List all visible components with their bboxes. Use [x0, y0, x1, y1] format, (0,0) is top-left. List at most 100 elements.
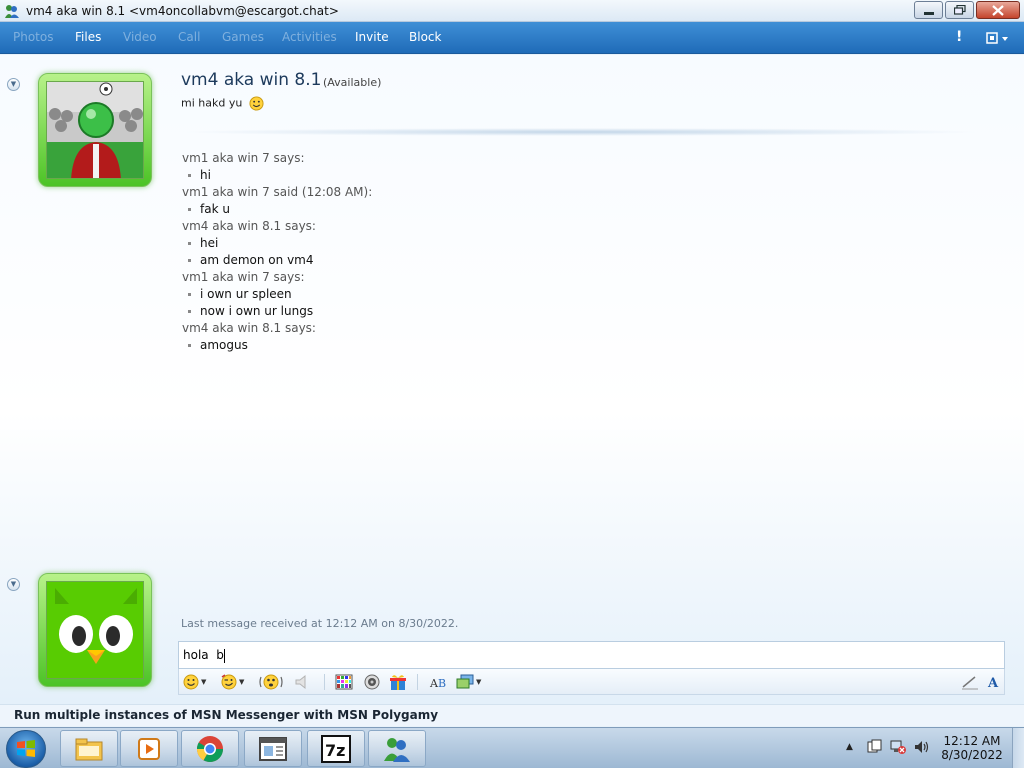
window-app-icon [259, 736, 287, 761]
message-line: now i own ur lungs [182, 303, 962, 320]
file-explorer-icon [75, 738, 103, 760]
collapse-contact-avatar-button[interactable]: ▼ [7, 78, 20, 91]
ad-text[interactable]: Run multiple instances of MSN Messenger … [14, 708, 438, 722]
share-button[interactable]: ▼ [456, 672, 481, 692]
close-button[interactable] [976, 1, 1020, 19]
minimize-icon [923, 11, 934, 15]
share-photo-icon [456, 674, 474, 689]
volume-icon[interactable] [914, 739, 930, 755]
menu-options-icon[interactable] [986, 31, 1012, 45]
font-a-icon: A [987, 676, 999, 690]
voice-clip-icon [295, 674, 306, 690]
message-group: vm1 aka win 7 said (12:08 AM): fak u [182, 184, 962, 218]
message-line: i own ur spleen [182, 286, 962, 303]
menu-games[interactable]: Games [222, 30, 264, 44]
menu-photos[interactable]: Photos [13, 30, 53, 44]
menu-block[interactable]: Block [409, 30, 441, 44]
toolbar-separator [417, 674, 418, 690]
message-input[interactable]: hola b [178, 641, 1005, 669]
action-center-icon[interactable] [866, 739, 882, 755]
message-history: vm1 aka win 7 says: hi vm1 aka win 7 sai… [182, 150, 962, 354]
gift-icon [390, 675, 406, 690]
taskbar-clock[interactable]: 12:12 AM 8/30/2022 [938, 734, 1006, 762]
show-desktop-button[interactable] [1012, 728, 1024, 768]
msn-app-icon[interactable] [4, 3, 20, 19]
sound-button[interactable] [363, 672, 381, 692]
menu-call[interactable]: Call [178, 30, 200, 44]
ad-banner[interactable]: Run multiple instances of MSN Messenger … [0, 704, 1024, 726]
input-toolbar: ▼ ▼ A B ▼ A [178, 669, 1005, 695]
message-group: vm4 aka win 8.1 says: amogus [182, 320, 962, 354]
menu-video[interactable]: Video [123, 30, 157, 44]
window-title: vm4 aka win 8.1 <vm4oncollabvm@escargot.… [26, 4, 339, 18]
clock-date: 8/30/2022 [941, 748, 1003, 762]
message-group: vm4 aka win 8.1 says: hei am demon on vm… [182, 218, 962, 269]
message-group: vm1 aka win 7 says: i own ur spleen now … [182, 269, 962, 320]
smiley-icon [249, 96, 264, 111]
msn-messenger-icon [384, 737, 410, 762]
chevron-down-icon: ▼ [476, 678, 482, 686]
text-font-button[interactable]: A [987, 672, 1001, 692]
message-sender: vm1 aka win 7 says: [182, 151, 305, 165]
nudge-icon [259, 674, 283, 690]
network-error-icon[interactable] [890, 739, 906, 755]
collapse-self-avatar-button[interactable]: ▼ [7, 578, 20, 591]
handwriting-button[interactable] [961, 672, 979, 692]
background-grid-icon [335, 674, 353, 690]
svg-text:7z: 7z [325, 741, 345, 760]
text-caret [223, 648, 225, 663]
taskbar-chrome[interactable] [181, 730, 239, 767]
exclamation-icon[interactable]: ! [956, 29, 962, 45]
wink-icon [221, 674, 237, 690]
chrome-icon [196, 735, 224, 762]
windows-logo-icon [17, 740, 35, 757]
message-sender: vm1 aka win 7 said (12:08 AM): [182, 185, 373, 199]
contact-name: vm4 aka win 8.1 [181, 70, 322, 90]
restore-button[interactable] [945, 1, 974, 19]
message-sender: vm4 aka win 8.1 says: [182, 219, 316, 233]
svg-text:B: B [438, 677, 446, 690]
message-line: amogus [182, 337, 962, 354]
message-line: hei [182, 235, 962, 252]
contact-status: (Available) [323, 76, 382, 89]
soccer-player-avatar [47, 82, 143, 178]
svg-text:A: A [987, 676, 999, 690]
menu-files[interactable]: Files [75, 30, 101, 44]
windows-taskbar: 7z ▲ 12:12 AM 8/30/2022 [0, 727, 1024, 768]
font-button[interactable]: A B [429, 672, 449, 692]
message-line: hi [182, 167, 962, 184]
menu-invite[interactable]: Invite [355, 30, 389, 44]
title-bar[interactable]: vm4 aka win 8.1 <vm4oncollabvm@escargot.… [0, 0, 1024, 22]
wink-button[interactable]: ▼ [221, 672, 244, 692]
font-style-icon: A B [429, 677, 446, 690]
message-line: am demon on vm4 [182, 252, 962, 269]
message-input-text: hola b [183, 648, 224, 662]
speaker-icon [364, 674, 380, 690]
toolbar-separator [324, 674, 325, 690]
clock-time: 12:12 AM [943, 734, 1001, 748]
backgrounds-button[interactable] [335, 672, 353, 692]
start-button[interactable] [6, 730, 46, 768]
taskbar-explorer[interactable] [60, 730, 118, 767]
media-player-icon [138, 737, 160, 760]
menu-activities[interactable]: Activities [282, 30, 337, 44]
nudge-button[interactable] [259, 672, 283, 692]
7zip-icon: 7z [321, 734, 351, 763]
minimize-button[interactable] [914, 1, 943, 19]
system-tray: ▲ [840, 734, 940, 762]
voice-clip-button[interactable] [293, 672, 311, 692]
show-hidden-icons-icon[interactable]: ▲ [846, 742, 853, 752]
taskbar-msn[interactable] [368, 730, 426, 767]
restore-icon [953, 5, 966, 15]
message-line: fak u [182, 201, 962, 218]
self-avatar[interactable] [38, 573, 152, 687]
owl-avatar [47, 582, 143, 678]
close-icon [992, 4, 1004, 16]
taskbar-media-player[interactable] [120, 730, 178, 767]
message-sender: vm4 aka win 8.1 says: [182, 321, 316, 335]
taskbar-7zip[interactable]: 7z [307, 730, 365, 767]
contact-avatar[interactable] [38, 73, 152, 187]
emoticon-button[interactable]: ▼ [183, 672, 206, 692]
taskbar-window-app[interactable] [244, 730, 302, 767]
gift-button[interactable] [389, 672, 407, 692]
